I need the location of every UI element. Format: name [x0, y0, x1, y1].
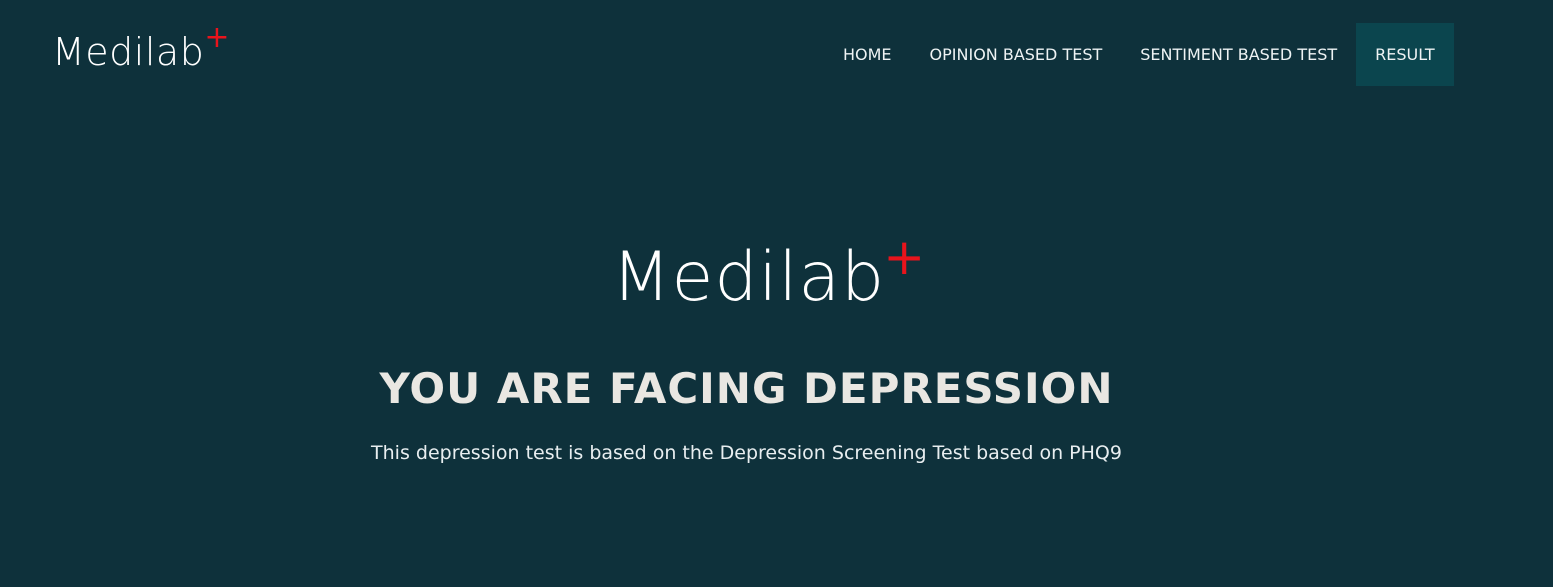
nav-item-sentiment-based-test[interactable]: SENTIMENT BASED TEST: [1121, 23, 1356, 86]
nav-item-result[interactable]: RESULT: [1356, 23, 1454, 86]
nav-item-opinion-based-test[interactable]: OPINION BASED TEST: [911, 23, 1122, 86]
main-nav: HOME OPINION BASED TEST SENTIMENT BASED …: [824, 23, 1454, 86]
result-subtitle: This depression test is based on the Dep…: [371, 442, 1122, 464]
hero-section: Medilab +: [0, 232, 1553, 317]
result-title: YOU ARE FACING DEPRESSION: [379, 364, 1114, 413]
logo-text: Medilab: [52, 30, 205, 74]
header-logo[interactable]: Medilab +: [52, 23, 229, 76]
hero-logo-plus-icon: +: [883, 228, 926, 286]
site-header: Medilab + HOME OPINION BASED TEST SENTIM…: [0, 0, 1553, 108]
nav-item-home[interactable]: HOME: [824, 23, 911, 86]
hero-logo-text: Medilab: [611, 238, 886, 317]
logo-plus-icon: +: [204, 20, 230, 55]
page: Medilab + HOME OPINION BASED TEST SENTIM…: [0, 0, 1553, 587]
hero-logo: Medilab +: [611, 232, 925, 317]
